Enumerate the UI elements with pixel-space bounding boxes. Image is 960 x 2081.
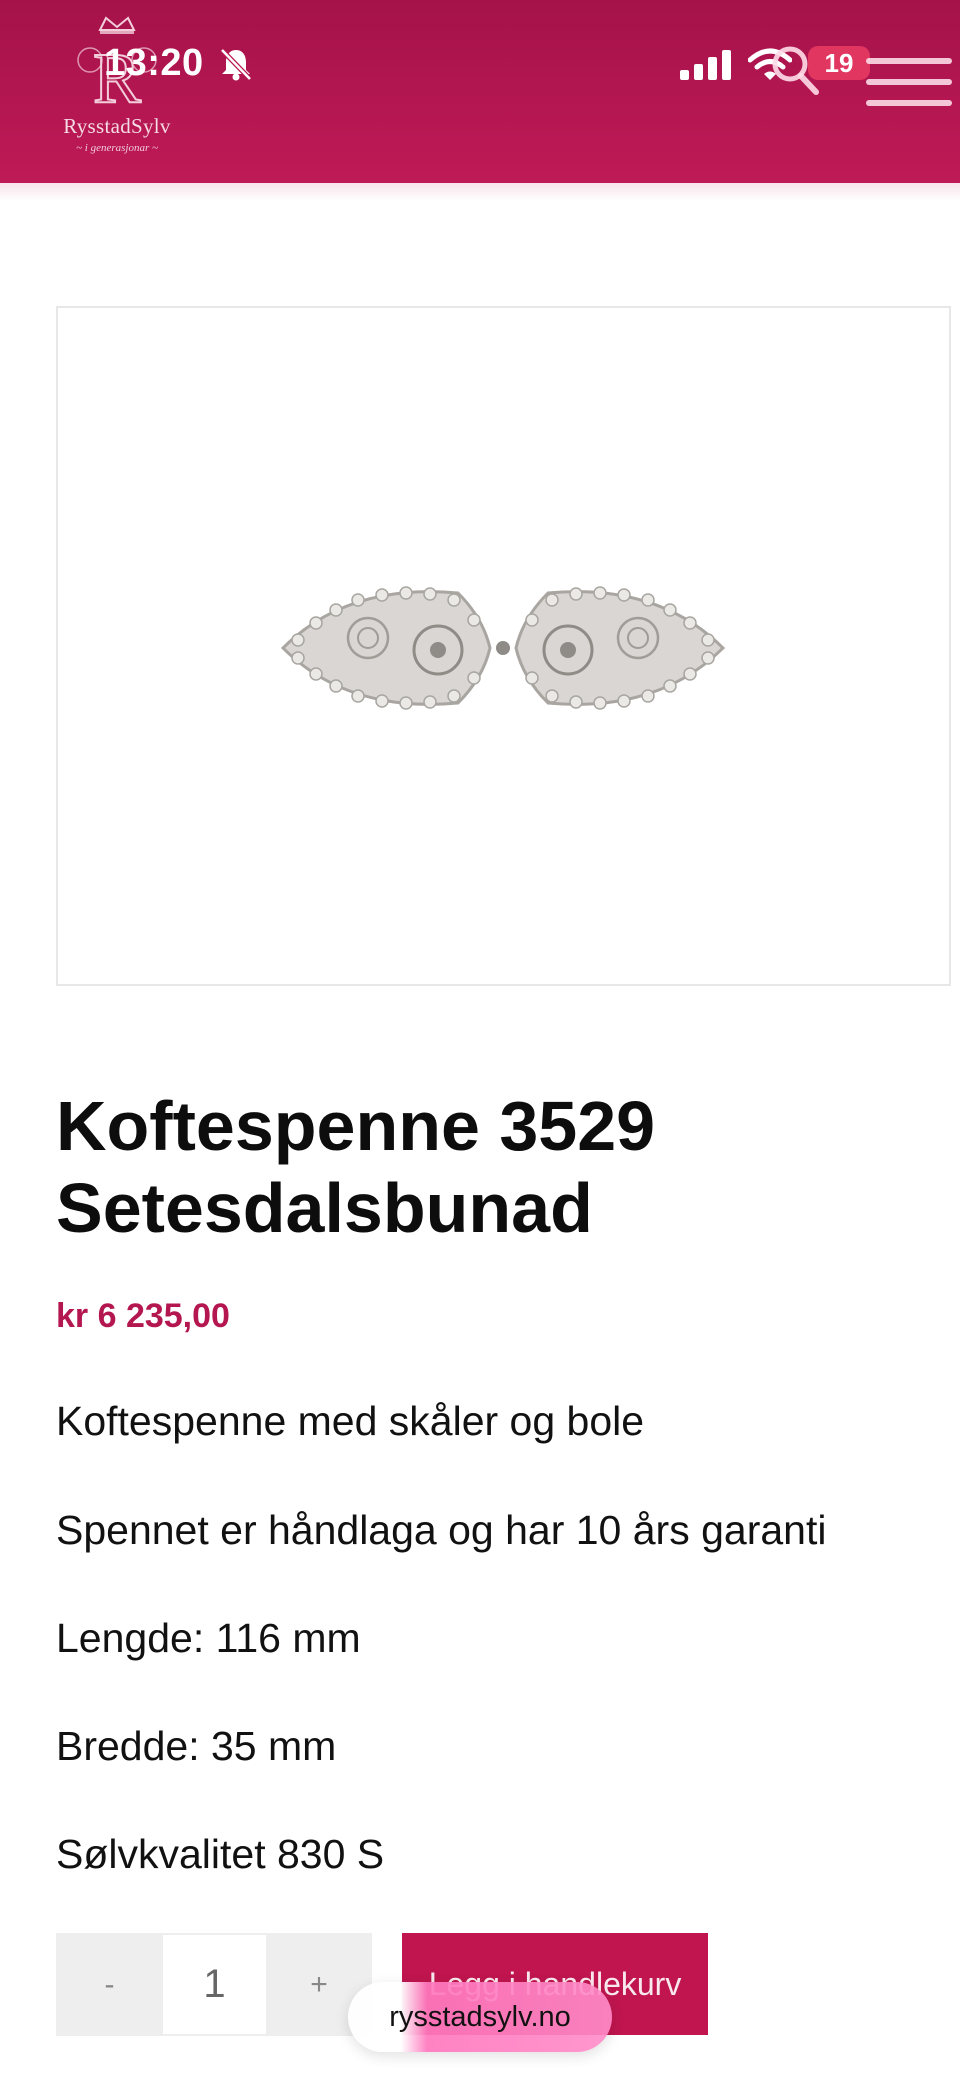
brand-tagline: ~ i generasjonar ~ [76, 142, 158, 154]
description-line: Spennet er håndlaga og har 10 års garant… [56, 1507, 827, 1553]
status-time: 13:20 [104, 42, 204, 84]
product-title: Koftespenne 3529 Setesdalsbunad [56, 1087, 656, 1247]
bell-muted-icon [220, 48, 252, 81]
signal-icon [680, 50, 731, 80]
hamburger-menu-icon[interactable] [866, 58, 952, 118]
quantity-decrement-button[interactable]: - [56, 1933, 163, 2036]
product-price: kr 6 235,00 [56, 1297, 230, 1335]
notification-badge: 19 [808, 46, 870, 80]
browser-url-bar[interactable]: rysstadsylv.no [348, 1982, 612, 2052]
description-line: Bredde: 35 mm [56, 1723, 337, 1769]
site-header: R RysstadSylv ~ i generasjonar ~ 13:20 1… [0, 0, 960, 183]
description-line: Lengde: 116 mm [56, 1615, 361, 1661]
brooch-image [280, 586, 726, 710]
brand-logo[interactable]: R RysstadSylv ~ i generasjonar ~ [52, 14, 182, 164]
product-image[interactable] [56, 306, 951, 986]
quantity-input[interactable]: 1 [163, 1933, 266, 2036]
header-shadow [0, 183, 960, 201]
description-line: Koftespenne med skåler og bole [56, 1398, 645, 1444]
brand-name: RysstadSylv [63, 114, 171, 138]
description-line: Sølvkvalitet 830 S [56, 1831, 385, 1877]
